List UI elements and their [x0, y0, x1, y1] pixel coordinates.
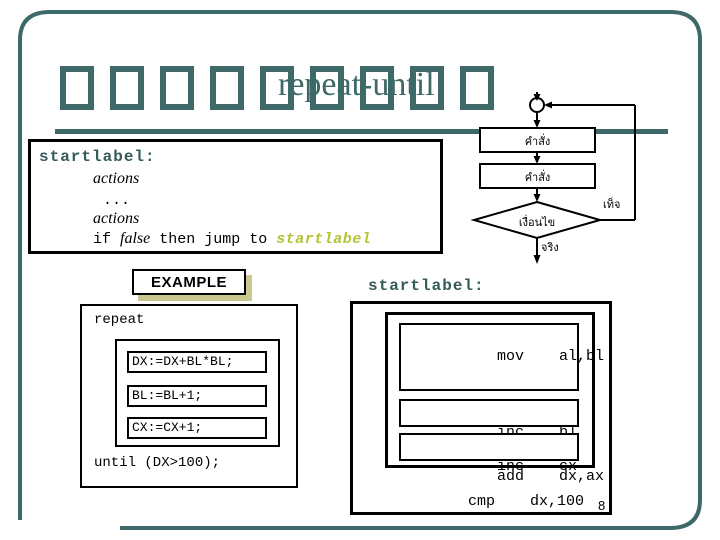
- pseudocode-panel: startlabel: actions ... actions if false…: [28, 139, 443, 254]
- assembly-tail-instructions: cmp dx,100 jbestartlabel: [396, 472, 625, 540]
- thai-glyph-box: [110, 66, 144, 110]
- pseudocode-start-label: startlabel:: [39, 148, 156, 166]
- assembly-instruction-block: inc cx: [399, 433, 579, 475]
- pseudocode-line: actions: [93, 170, 139, 188]
- assembly-opcode: cmp: [468, 493, 496, 510]
- page-title: repeat-until: [278, 66, 435, 103]
- example-loop-body: DX:=DX+BL*BL; BL:=BL+1; CX:=CX+1;: [115, 339, 280, 447]
- assembly-program-panel: moval,bl mulbl adddx,ax incbl inccx: [350, 301, 612, 515]
- flow-edge-label-false: เท็จ: [603, 199, 621, 211]
- slide-canvas: repeat-until startlabel: actions ... act…: [0, 0, 720, 540]
- page-number: 8: [598, 498, 606, 513]
- flow-edge-label-true: จริง: [541, 242, 559, 254]
- flowchart-diagram: คำสั่ง คำสั่ง เงื่อนไข เท็จ จริง: [455, 92, 720, 267]
- assembly-operands: dx,100: [530, 493, 585, 510]
- pseudocode-line: if false then jump to startlabel: [93, 230, 371, 248]
- pseudocode-token: actions: [93, 210, 140, 227]
- pseudocode-token: ...: [103, 192, 131, 209]
- flow-decision-node-label: เงื่อนไข: [518, 217, 556, 229]
- pseudocode-jump-target: startlabel: [276, 231, 372, 248]
- assembly-start-label: startlabel:: [368, 277, 485, 295]
- pseudocode-line: ...: [103, 192, 130, 209]
- assembly-instruction-row: mov al,bl: [407, 327, 604, 387]
- pseudocode-token: actions: [93, 170, 140, 187]
- flow-process-node-1-label: คำสั่ง: [524, 136, 551, 148]
- assembly-loop-body: moval,bl mulbl adddx,ax incbl inccx: [385, 312, 604, 485]
- example-statement: DX:=DX+BL*BL;: [127, 351, 267, 373]
- assembly-instruction-block: incbl: [399, 399, 579, 441]
- assembly-operands: al,bl: [559, 348, 605, 365]
- assembly-instruction-row: cmp dx,100: [396, 472, 625, 532]
- pseudocode-line: actions: [93, 210, 139, 228]
- example-statement: BL:=BL+1;: [127, 385, 267, 407]
- assembly-opcode: mov: [497, 348, 525, 365]
- flow-process-node-2-label: คำสั่ง: [524, 172, 551, 184]
- example-badge: EXAMPLE: [132, 269, 246, 295]
- thai-glyph-box: [210, 66, 244, 110]
- example-until-keyword: until (DX>100);: [94, 455, 221, 471]
- pseudocode-token: if: [93, 231, 121, 248]
- thai-glyph-box: [60, 66, 94, 110]
- thai-glyph-box: [160, 66, 194, 110]
- assembly-instruction-row: jbestartlabel: [396, 532, 625, 540]
- example-statement: CX:=CX+1;: [127, 417, 267, 439]
- pseudocode-token: then jump to: [150, 231, 277, 248]
- example-repeat-keyword: repeat: [94, 312, 145, 328]
- pseudocode-token: false: [120, 230, 151, 247]
- example-program-panel: repeat DX:=DX+BL*BL; BL:=BL+1; CX:=CX+1;…: [80, 304, 298, 488]
- assembly-instruction-block: moval,bl mulbl adddx,ax: [399, 323, 604, 485]
